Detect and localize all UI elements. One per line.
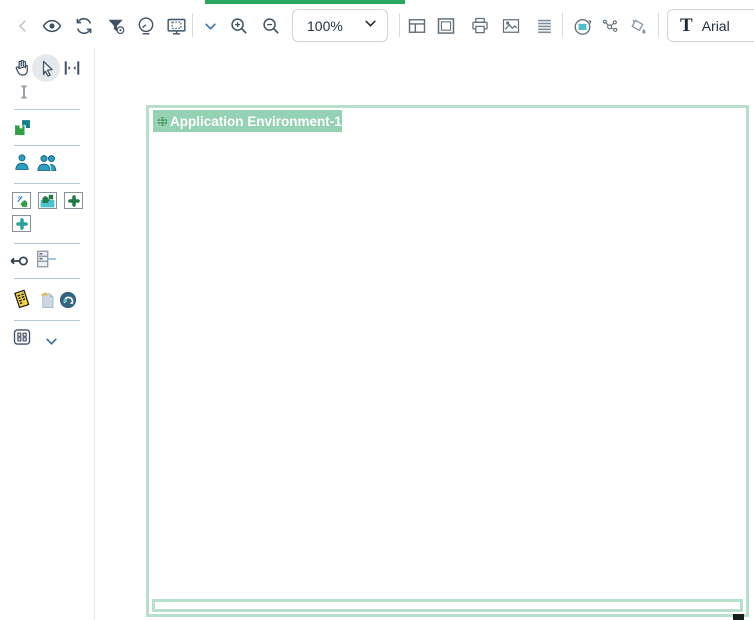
shape-palette-icon[interactable] <box>11 326 33 348</box>
fit-screen-icon[interactable] <box>165 15 187 37</box>
zoom-level-select[interactable]: 100% <box>292 9 388 42</box>
person-icon[interactable] <box>11 151 33 173</box>
pan-hand-icon[interactable] <box>11 57 33 79</box>
sidebar-divider <box>14 320 80 321</box>
more-chevron-down-icon[interactable] <box>199 15 221 37</box>
resize-handle[interactable] <box>733 614 744 620</box>
document-attachment-icon[interactable] <box>36 289 58 311</box>
font-icon: T <box>680 16 693 35</box>
font-family-value: Arial <box>702 18 730 34</box>
filter-view-icon[interactable] <box>105 15 127 37</box>
text-edit-icon[interactable] <box>13 81 35 103</box>
palette-expand-icon[interactable] <box>40 330 62 352</box>
select-cursor-icon[interactable] <box>36 57 58 79</box>
eye-icon[interactable] <box>41 15 63 37</box>
format-paint-icon[interactable] <box>626 15 648 37</box>
application-environment-title-tab[interactable]: Application Environment-1 <box>153 110 342 132</box>
toolbar-separator <box>562 13 563 37</box>
component-dark-green-icon[interactable] <box>64 192 83 209</box>
sidebar-divider <box>14 145 80 146</box>
component-teal-icon[interactable] <box>12 215 31 232</box>
zoom-in-icon[interactable] <box>228 15 250 37</box>
sidebar-border <box>94 48 95 620</box>
shape-title: Application Environment-1 <box>170 114 342 129</box>
toolbar-separator <box>192 13 193 37</box>
refresh-icon[interactable] <box>73 15 95 37</box>
process-circle-icon[interactable] <box>57 289 79 311</box>
toolbar-separator <box>658 13 659 37</box>
sidebar-divider <box>14 183 80 184</box>
frame-icon[interactable] <box>435 15 457 37</box>
print-icon[interactable] <box>469 15 491 37</box>
align-lines-icon[interactable] <box>533 15 555 37</box>
back-icon[interactable] <box>12 15 34 37</box>
active-tab-accent-bar <box>205 0 405 4</box>
chevron-down-icon <box>364 17 377 35</box>
sidebar-divider <box>14 278 80 279</box>
gauge-icon[interactable] <box>135 15 157 37</box>
component-new-icon[interactable] <box>12 192 31 209</box>
assign-component-icon[interactable] <box>11 116 33 138</box>
server-node-icon[interactable] <box>32 248 58 270</box>
sidebar-divider <box>14 109 80 110</box>
person-group-icon[interactable] <box>34 151 60 173</box>
zoom-level-value: 100% <box>307 18 343 34</box>
auto-layout-icon[interactable] <box>571 15 593 37</box>
split-lane-icon[interactable] <box>61 57 83 79</box>
globe-icon <box>156 115 169 128</box>
font-family-select[interactable]: T Arial <box>667 9 754 42</box>
application-environment-shape[interactable]: Application Environment-1 <box>146 105 749 617</box>
table-layout-icon[interactable] <box>406 15 428 37</box>
data-card-icon[interactable] <box>10 288 32 310</box>
toolbar-separator <box>399 13 400 37</box>
zoom-out-icon[interactable] <box>260 15 282 37</box>
component-embedded-icon[interactable] <box>38 192 57 209</box>
app-window: 100% T Arial <box>0 0 754 620</box>
required-interface-icon[interactable] <box>8 250 30 272</box>
environment-bottom-lane[interactable] <box>152 599 743 612</box>
connection-layout-icon[interactable] <box>599 15 621 37</box>
export-image-icon[interactable] <box>500 15 522 37</box>
sidebar-divider <box>14 243 80 244</box>
